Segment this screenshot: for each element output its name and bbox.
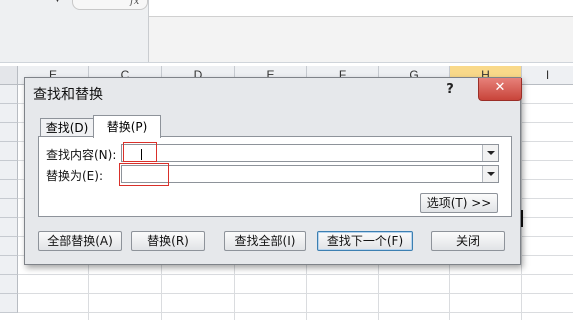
replace-button[interactable]: 替换(R) [131, 231, 205, 251]
grid-line [18, 312, 573, 313]
name-box-area: ▼ fx [0, 0, 149, 62]
close-button[interactable]: 关闭 [431, 231, 505, 251]
find-next-button[interactable]: 查找下一个(F) [317, 231, 413, 251]
find-highlight-box [123, 142, 157, 162]
formula-bar[interactable] [149, 0, 573, 17]
grid-line [18, 274, 573, 275]
find-what-dropdown-icon[interactable] [482, 145, 498, 161]
replace-with-combobox[interactable] [121, 165, 499, 183]
row-header[interactable] [0, 256, 18, 275]
find-replace-dialog: 查找和替换 ? ✕ 查找(D) 替换(P) 查找内容(N): 替换为(E): 选… [24, 77, 522, 265]
row-header[interactable] [0, 275, 18, 294]
tab-find[interactable]: 查找(D) [40, 118, 94, 138]
help-button[interactable]: ? [444, 82, 456, 98]
grid-line [18, 293, 573, 294]
grid-line [521, 84, 522, 320]
replace-all-button[interactable]: 全部替换(A) [38, 231, 122, 251]
row-header[interactable] [0, 85, 18, 104]
column-header-i[interactable]: I [522, 66, 573, 84]
row-header[interactable] [0, 294, 18, 313]
select-all-corner[interactable] [0, 66, 18, 85]
close-window-button[interactable]: ✕ [478, 78, 522, 101]
name-box-dropdown-icon[interactable]: ▼ [54, 0, 61, 4]
tab-replace[interactable]: 替换(P) [93, 115, 161, 138]
row-header[interactable] [0, 142, 18, 161]
row-header[interactable] [0, 237, 18, 256]
options-button[interactable]: 选项(T) >> [420, 193, 498, 213]
row-header[interactable] [0, 180, 18, 199]
row-header[interactable] [0, 218, 18, 237]
replace-with-dropdown-icon[interactable] [482, 166, 498, 182]
row-header[interactable] [0, 123, 18, 142]
find-all-button[interactable]: 查找全部(I) [224, 231, 306, 251]
replace-with-label: 替换为(E): [46, 169, 103, 183]
find-what-label: 查找内容(N): [46, 148, 117, 162]
dialog-title: 查找和替换 [33, 87, 103, 103]
row-header[interactable] [0, 199, 18, 218]
row-header[interactable] [0, 161, 18, 180]
replace-highlight-box [119, 163, 169, 186]
row-header[interactable] [0, 104, 18, 123]
insert-function-icon[interactable]: fx [130, 0, 139, 7]
find-what-combobox[interactable] [121, 144, 499, 162]
